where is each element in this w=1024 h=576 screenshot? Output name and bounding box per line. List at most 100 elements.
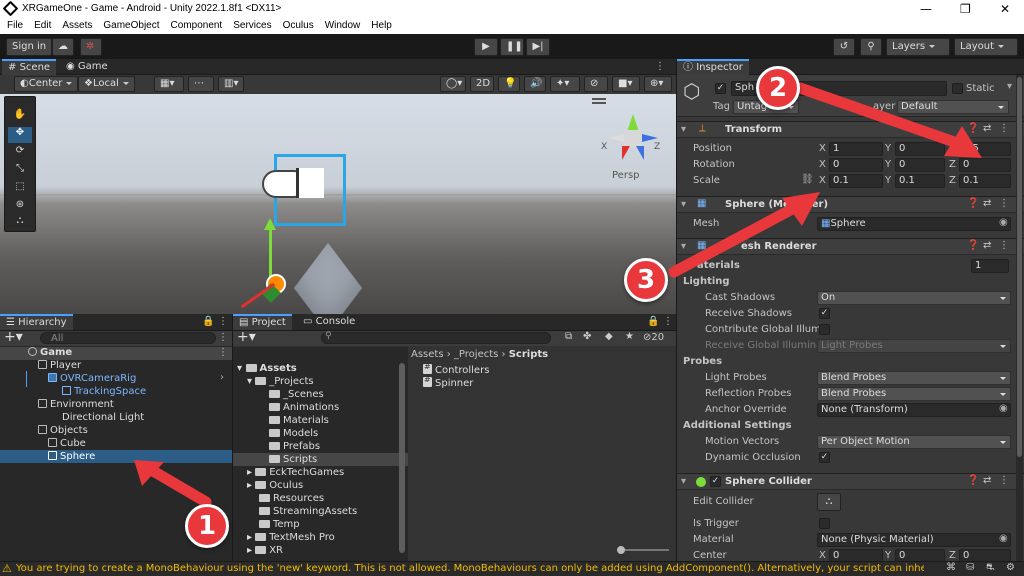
minimize-button[interactable]: — bbox=[920, 2, 932, 16]
constrain-scale-icon[interactable]: ⛓ bbox=[801, 174, 814, 185]
more-icon[interactable]: ⋮ bbox=[999, 198, 1009, 209]
tab-hierarchy[interactable]: ☰ Hierarchy bbox=[0, 314, 73, 330]
folder-materials[interactable]: Materials bbox=[269, 415, 329, 426]
anchor-override-field[interactable]: None (Transform) bbox=[817, 403, 1011, 417]
tree-item-objects[interactable]: Objects bbox=[38, 425, 88, 436]
menu-help[interactable]: Help bbox=[371, 19, 392, 33]
folder-row-selected[interactable] bbox=[233, 453, 408, 466]
draw-mode-button[interactable]: ◯▾ bbox=[440, 76, 466, 92]
layers-dropdown[interactable]: Layers bbox=[886, 38, 950, 56]
preset-icon[interactable]: ⇄ bbox=[983, 198, 991, 209]
folder-scripts[interactable]: Scripts bbox=[269, 454, 317, 465]
close-button[interactable]: ✕ bbox=[1000, 2, 1010, 16]
inspector-scrollbar[interactable] bbox=[1016, 75, 1023, 561]
material-field[interactable]: None (Physic Material) bbox=[817, 533, 1011, 547]
audio-icon[interactable]: 🔊 bbox=[524, 76, 546, 92]
debug-icon[interactable]: ⚙ bbox=[1006, 562, 1015, 573]
help-icon[interactable]: ❓ bbox=[967, 240, 979, 251]
scale-z-field[interactable]: 0.1 bbox=[959, 174, 1011, 188]
static-dropdown-icon[interactable]: ▾ bbox=[1007, 81, 1012, 92]
dynamic-occlusion-checkbox[interactable]: ✓ bbox=[819, 452, 830, 463]
cloud-icon[interactable]: ☁ bbox=[52, 38, 74, 56]
preset-icon[interactable]: ⇄ bbox=[983, 475, 991, 486]
folder-animations[interactable]: Animations bbox=[269, 402, 339, 413]
tree-item-cube[interactable]: Cube bbox=[48, 438, 86, 449]
folder-xr[interactable]: ▸ XR bbox=[247, 545, 283, 556]
sphere-collider-header[interactable]: ▾ ✓ Sphere Collider ❓ ⇄ ⋮ bbox=[677, 473, 1024, 490]
filter-label-icon[interactable]: ✤ bbox=[583, 331, 591, 342]
increment-snap-button[interactable]: ▥▾ bbox=[218, 76, 244, 92]
cube-object[interactable] bbox=[293, 242, 363, 314]
breadcrumb-projects[interactable]: _Projects bbox=[454, 349, 498, 360]
space-local-dropdown[interactable]: ❖Local bbox=[78, 76, 135, 92]
tree-scrollbar[interactable] bbox=[399, 363, 405, 553]
favorite-icon[interactable]: ★ bbox=[625, 331, 634, 342]
effects-icon[interactable]: ✦▾ bbox=[550, 76, 580, 92]
sphere-collider-enabled-checkbox[interactable]: ✓ bbox=[710, 476, 721, 487]
menu-file[interactable]: File bbox=[7, 19, 23, 33]
custom-tool-icon[interactable]: ⛬ bbox=[8, 215, 32, 231]
lock-icon[interactable]: 🔒 bbox=[202, 316, 214, 327]
step-button[interactable]: ▶| bbox=[526, 38, 550, 56]
active-checkbox[interactable]: ✓ bbox=[715, 83, 726, 94]
history-icon[interactable]: ↺ bbox=[833, 38, 855, 56]
menu-component[interactable]: Component bbox=[171, 19, 223, 33]
lighting-icon[interactable]: 💡 bbox=[498, 76, 520, 92]
search-icon[interactable]: ⚲ bbox=[860, 38, 882, 56]
center-x-field[interactable]: 0 bbox=[829, 549, 883, 561]
breadcrumb-assets[interactable]: Assets bbox=[411, 349, 444, 360]
progress-icon[interactable]: ⌘ bbox=[946, 562, 956, 573]
collab-icon[interactable]: ✲ bbox=[80, 38, 102, 56]
zoom-slider-thumb[interactable] bbox=[617, 546, 625, 554]
preset-icon[interactable]: ⇄ bbox=[983, 240, 991, 251]
more-icon[interactable]: ⋮ bbox=[663, 316, 673, 327]
zoom-slider[interactable] bbox=[617, 546, 669, 554]
menu-edit[interactable]: Edit bbox=[34, 19, 51, 33]
probes-section[interactable]: Probes bbox=[683, 356, 722, 367]
object-picker-icon[interactable]: ◉ bbox=[999, 533, 1008, 544]
tab-project[interactable]: ▤ Project bbox=[233, 314, 292, 330]
sign-in-button[interactable]: Sign in bbox=[6, 38, 53, 56]
transform-tool-icon[interactable]: ⊛ bbox=[8, 199, 32, 215]
tab-scene[interactable]: # Scene bbox=[2, 59, 57, 75]
visibility-icon[interactable]: ⊘ bbox=[584, 76, 608, 92]
cast-shadows-dropdown[interactable]: On bbox=[817, 291, 1011, 305]
mode-2d-button[interactable]: 2D bbox=[470, 76, 494, 92]
tree-item-game[interactable]: Game bbox=[28, 347, 72, 358]
help-icon[interactable]: ❓ bbox=[967, 475, 979, 486]
folder-oculus[interactable]: ▸ Oculus bbox=[247, 480, 303, 491]
more-icon[interactable]: ⋮ bbox=[999, 123, 1009, 134]
folder-temp[interactable]: Temp bbox=[259, 519, 300, 530]
object-picker-icon[interactable]: ◉ bbox=[999, 403, 1008, 414]
more-icon[interactable]: ⋮ bbox=[218, 316, 228, 327]
breadcrumb-scripts[interactable]: Scripts bbox=[509, 349, 548, 360]
center-z-field[interactable]: 0 bbox=[959, 549, 1011, 561]
menu-assets[interactable]: Assets bbox=[62, 19, 92, 33]
menu-gameobject[interactable]: GameObject bbox=[103, 19, 159, 33]
folder-scenes[interactable]: _Scenes bbox=[269, 389, 324, 400]
rotate-tool-icon[interactable]: ⟳ bbox=[8, 145, 32, 161]
add-icon[interactable]: +▾ bbox=[237, 329, 256, 345]
tree-item-sphere[interactable]: Sphere bbox=[48, 451, 95, 462]
hierarchy-search-input[interactable]: All bbox=[40, 332, 216, 344]
folder-prefabs[interactable]: Prefabs bbox=[269, 441, 320, 452]
orientation-gizmo[interactable] bbox=[608, 114, 658, 164]
folder-resources[interactable]: Resources bbox=[259, 493, 324, 504]
help-icon[interactable]: ❓ bbox=[967, 198, 979, 209]
motion-vectors-dropdown[interactable]: Per Object Motion bbox=[817, 435, 1011, 449]
hand-tool-icon[interactable]: ✋ bbox=[8, 109, 32, 125]
folder-assets[interactable]: ▾ Assets bbox=[237, 363, 297, 374]
rect-tool-icon[interactable]: ⬚ bbox=[8, 181, 32, 197]
scale-y-field[interactable]: 0.1 bbox=[895, 174, 945, 188]
fold-arrow-icon[interactable]: ▾ bbox=[681, 476, 686, 487]
lock-icon[interactable]: 🔒 bbox=[647, 316, 659, 327]
folder-projects[interactable]: ▾ _Projects bbox=[247, 376, 314, 387]
layers-stack-icon[interactable]: ⛁ bbox=[966, 562, 974, 573]
tree-item-directional-light[interactable]: Directional Light bbox=[62, 412, 144, 423]
inspector-scrollbar-thumb[interactable] bbox=[1017, 77, 1022, 457]
fold-arrow-icon[interactable]: ▾ bbox=[681, 124, 686, 135]
pivot-center-dropdown[interactable]: ◐Center bbox=[14, 76, 79, 92]
folder-ecktechgames[interactable]: ▸ EckTechGames bbox=[247, 467, 344, 478]
scale-tool-icon[interactable]: ⤡ bbox=[8, 163, 32, 179]
menu-window[interactable]: Window bbox=[325, 19, 361, 33]
